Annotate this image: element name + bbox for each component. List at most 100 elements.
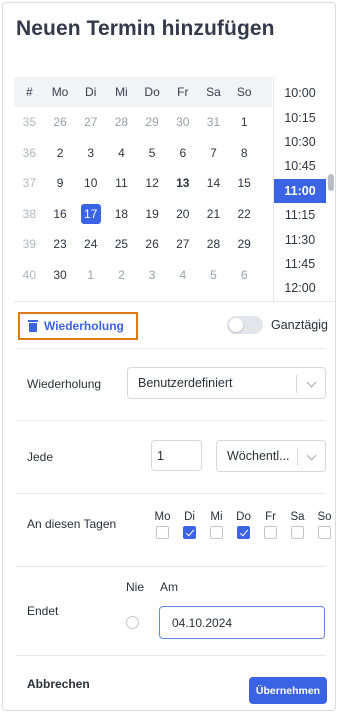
end-date-input[interactable]: 04.10.2024 [159, 606, 325, 639]
calendar-day[interactable]: 2 [106, 260, 137, 290]
calendar-day[interactable]: 10 [75, 168, 106, 198]
calendar-day[interactable]: 1 [75, 260, 106, 290]
calendar-header-di: Di [85, 85, 97, 99]
time-option[interactable]: 11:00 [274, 178, 326, 203]
weekday-checkbox[interactable] [318, 526, 331, 539]
calendar-day[interactable]: 22 [229, 199, 260, 229]
every-label: Jede [27, 450, 54, 464]
calendar-day[interactable]: 24 [75, 229, 106, 259]
calendar-day[interactable]: 26 [137, 229, 168, 259]
dialog: Neuen Termin hinzufügen # Mo Di Mi Do Fr Sa So … [2, 2, 336, 711]
chevron-down-icon [306, 450, 317, 461]
time-option[interactable]: 11:15 [274, 203, 326, 227]
calendar-day[interactable]: 5 [198, 260, 229, 290]
calendar-day[interactable]: 19 [137, 199, 168, 229]
calendar-day[interactable]: 20 [167, 199, 198, 229]
time-option[interactable]: 11:45 [274, 252, 326, 276]
calendar-day[interactable]: 28 [106, 107, 137, 137]
time-option[interactable]: 12:00 [274, 276, 326, 300]
time-option[interactable]: 10:45 [274, 154, 326, 178]
calendar-day[interactable]: 25 [106, 229, 137, 259]
calendar-header-sa: Sa [206, 85, 221, 99]
weekday-sa: Sa [284, 511, 311, 539]
weekday-checkbox[interactable] [237, 526, 250, 539]
allday-toggle[interactable] [227, 316, 263, 334]
week-number: 37 [22, 176, 37, 191]
calendar-week-row: 36 2 3 4 5 6 7 8 [14, 138, 272, 169]
apply-button[interactable]: Übernehmen [249, 677, 327, 704]
time-option[interactable]: 11:30 [274, 227, 326, 251]
repeat-button-label: Wiederholung [44, 319, 124, 333]
week-number: 38 [22, 206, 37, 221]
calendar-day[interactable]: 27 [75, 107, 106, 137]
calendar-day[interactable]: 12 [137, 168, 168, 198]
weekday-checkbox[interactable] [210, 526, 223, 539]
time-scrollbar[interactable] [328, 174, 334, 191]
every-input[interactable]: 1 [151, 440, 202, 471]
calendar-header-mo: Mo [51, 85, 69, 99]
calendar-header-week: # [26, 85, 33, 99]
calendar-day[interactable]: 2 [45, 138, 76, 168]
calendar-day[interactable]: 3 [75, 138, 106, 168]
time-list[interactable]: 10:00 10:15 10:30 10:45 11:00 11:15 11:30 11:45… [273, 77, 335, 303]
weekday-di: Di [176, 511, 203, 539]
weekday-checkbox[interactable] [156, 526, 169, 539]
calendar-week-row: 37 9 10 11 12 13 14 15 [14, 168, 272, 199]
divider [16, 493, 326, 494]
repeat-select[interactable]: Benutzerdefiniert [127, 367, 326, 399]
weekday-checkbox[interactable] [183, 526, 196, 539]
calendar-day[interactable]: 29 [229, 229, 260, 259]
weekday-checkbox[interactable] [291, 526, 304, 539]
calendar-day[interactable]: 7 [198, 138, 229, 168]
selected-day-label: 17 [80, 203, 101, 224]
calendar-day[interactable]: 1 [229, 107, 260, 137]
weekday-mo: Mo [149, 511, 176, 539]
calendar-day[interactable]: 5 [137, 138, 168, 168]
time-option[interactable]: 10:15 [274, 105, 326, 129]
calendar-day[interactable]: 15 [229, 168, 260, 198]
calendar-day[interactable]: 16 [45, 199, 76, 229]
calendar-day[interactable]: 18 [106, 199, 137, 229]
calendar-week-row: 39 23 24 25 26 27 28 29 [14, 229, 272, 260]
calendar-day[interactable]: 31 [198, 107, 229, 137]
calendar-day[interactable]: 13 [167, 168, 198, 198]
calendar-day[interactable]: 8 [229, 138, 260, 168]
divider [16, 420, 326, 421]
week-number: 35 [22, 115, 37, 130]
ends-label: Endet [27, 604, 59, 618]
calendar-header-fr: Fr [177, 85, 189, 99]
calendar-day[interactable]: 6 [229, 260, 260, 290]
select-separator [297, 448, 298, 466]
time-option[interactable]: 10:00 [274, 81, 326, 105]
time-option[interactable]: 10:30 [274, 130, 326, 154]
calendar-day[interactable]: 30 [45, 260, 76, 290]
calendar-day[interactable]: 3 [137, 260, 168, 290]
repeat-select-value: Benutzerdefiniert [138, 376, 233, 390]
calendar-day[interactable]: 30 [167, 107, 198, 137]
every-unit-select[interactable]: Wöchentl... [216, 440, 326, 472]
chevron-down-icon [306, 377, 317, 388]
calendar-day[interactable]: 9 [45, 168, 76, 198]
calendar-day[interactable]: 17 [75, 199, 106, 229]
calendar-day[interactable]: 4 [106, 138, 137, 168]
calendar-day[interactable]: 14 [198, 168, 229, 198]
weekday-label: Fr [265, 511, 276, 523]
calendar-day[interactable]: 23 [45, 229, 76, 259]
calendar-day[interactable]: 29 [137, 107, 168, 137]
week-number: 36 [22, 145, 37, 160]
weekday-checkbox[interactable] [264, 526, 277, 539]
calendar-day[interactable]: 21 [198, 199, 229, 229]
cancel-button[interactable]: Abbrechen [27, 677, 90, 691]
weekday-so: So [311, 511, 335, 539]
never-radio[interactable] [126, 616, 139, 629]
calendar-day[interactable]: 27 [167, 229, 198, 259]
calendar-day[interactable]: 6 [167, 138, 198, 168]
repeat-button[interactable]: Wiederholung [18, 312, 138, 340]
weekday-label: Sa [290, 511, 305, 523]
dialog-title: Neuen Termin hinzufügen [16, 17, 275, 40]
calendar-day[interactable]: 28 [198, 229, 229, 259]
calendar-day[interactable]: 4 [167, 260, 198, 290]
never-label: Nie [126, 580, 145, 594]
calendar-day[interactable]: 11 [106, 168, 137, 198]
calendar-day[interactable]: 26 [45, 107, 76, 137]
